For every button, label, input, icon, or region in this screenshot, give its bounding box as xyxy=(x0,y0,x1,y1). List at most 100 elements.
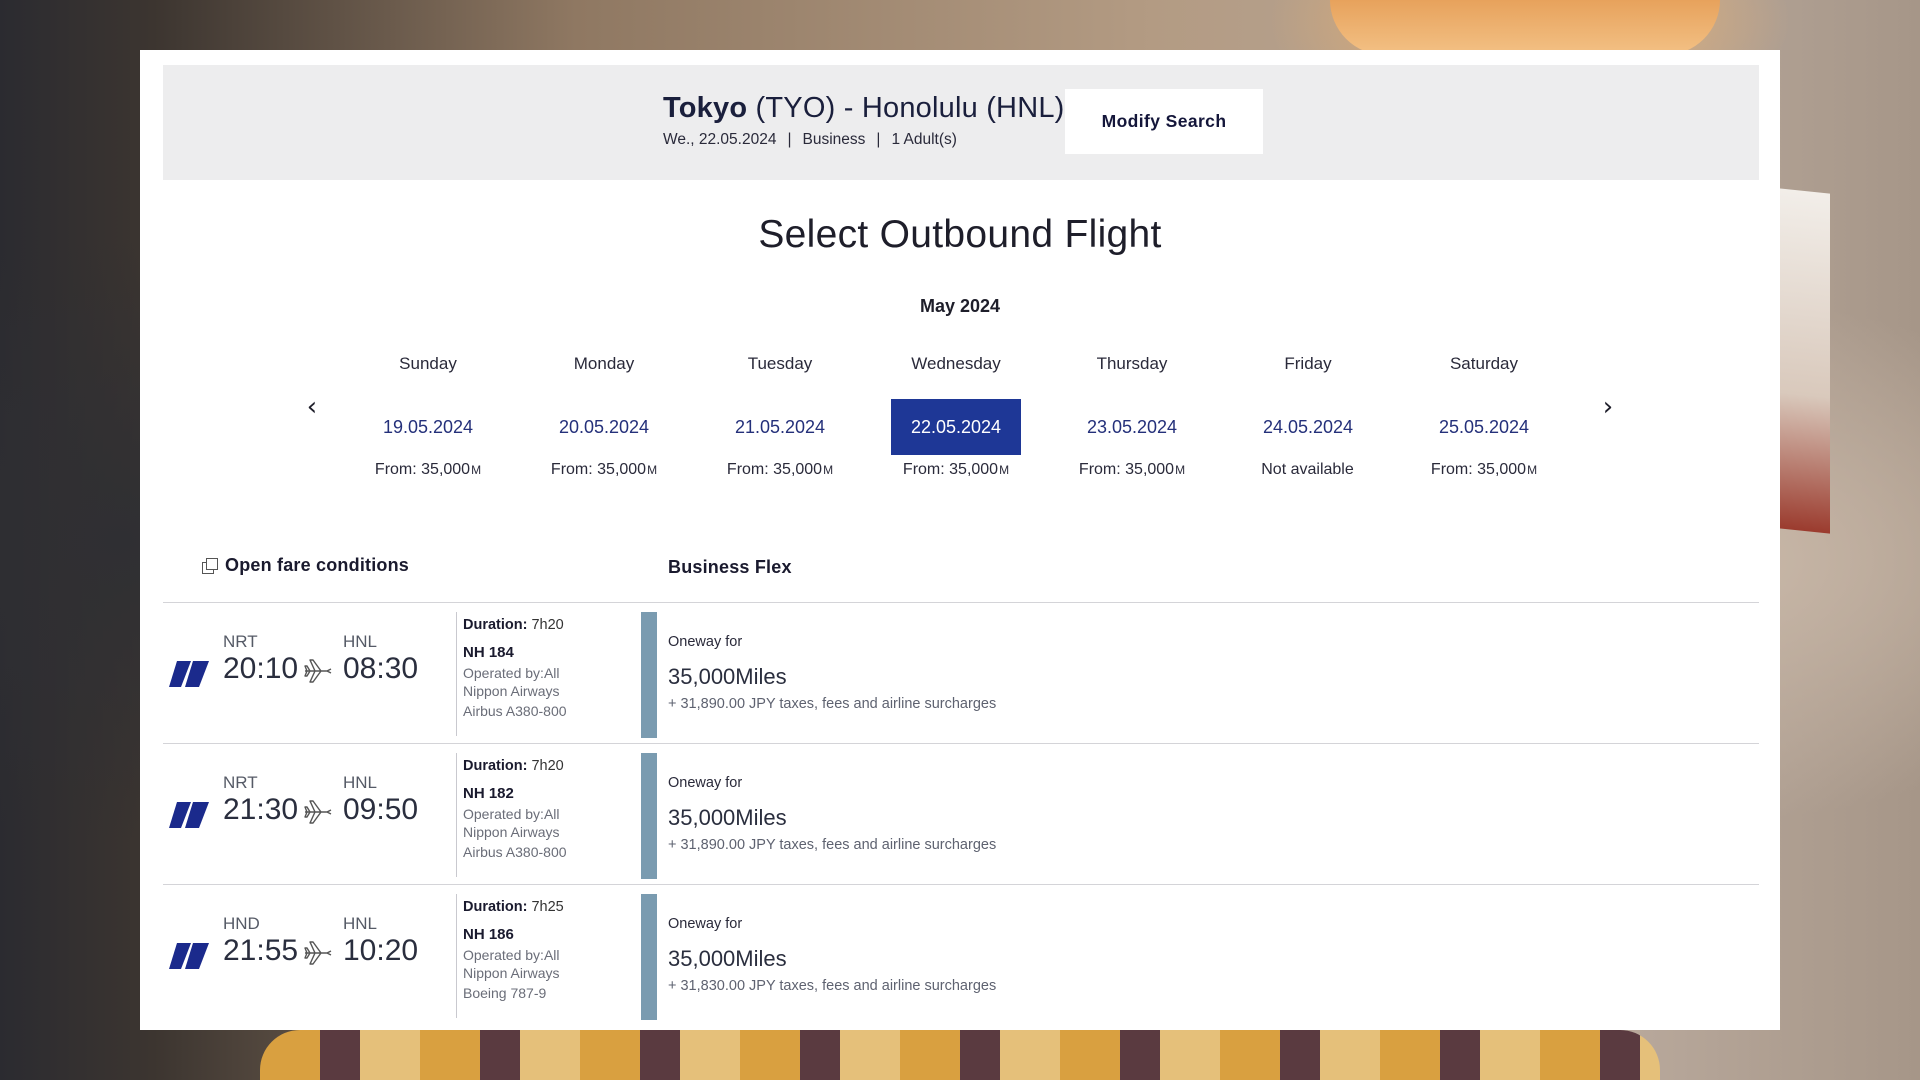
oneway-label: Oneway for xyxy=(668,775,743,791)
booking-page: Tokyo (TYO) - Honolulu (HNL) We., 22.05.… xyxy=(140,50,1780,1030)
day-price: From: 35,000M xyxy=(1409,461,1559,479)
meta-divider: | xyxy=(787,131,792,148)
day-date: 21.05.2024 xyxy=(734,417,826,437)
row-divider xyxy=(163,602,1759,603)
fare-select-bar[interactable] xyxy=(641,894,657,1020)
operated-by: Operated by:All Nippon Airways xyxy=(463,665,560,699)
cabin-class: Business xyxy=(802,131,866,148)
modify-search-button[interactable]: Modify Search xyxy=(1065,89,1263,154)
day-price-value: From: 35,000 xyxy=(1078,461,1175,478)
aircraft-type: Boeing 787-9 xyxy=(463,985,547,1001)
day-date: 19.05.2024 xyxy=(382,417,474,437)
miles-unit: M xyxy=(999,463,1010,477)
day-date: 23.05.2024 xyxy=(1086,417,1178,437)
airline-logo-icon xyxy=(169,802,209,828)
fare-taxes: + 31,890.00 JPY taxes, fees and airline … xyxy=(668,696,997,712)
blanket xyxy=(260,1030,1660,1080)
airline-logo-icon xyxy=(169,943,209,969)
day-price: Not available xyxy=(1233,461,1383,479)
destination-code: (HNL) xyxy=(986,92,1065,124)
route-summary: Tokyo (TYO) - Honolulu (HNL) We., 22.05.… xyxy=(663,92,1065,149)
meta-divider: | xyxy=(876,131,881,148)
row-divider xyxy=(163,743,1759,744)
duration-value: 7h25 xyxy=(531,899,564,915)
fare-option[interactable]: Oneway for 35,000Miles + 31,890.00 JPY tax… xyxy=(668,634,996,712)
oneway-label: Oneway for xyxy=(668,916,743,932)
day-option-thursday[interactable]: Thursday 23.05.2024 From: 35,000M xyxy=(1057,353,1207,479)
chevron-right-icon[interactable]: › xyxy=(1593,392,1623,422)
day-option-wednesday[interactable]: Wednesday 22.05.2024 From: 35,000M xyxy=(881,353,1031,479)
day-price-value: From: 35,000 xyxy=(1430,461,1527,478)
duration-value: 7h20 xyxy=(531,758,564,774)
aircraft-type: Airbus A380-800 xyxy=(463,844,567,860)
day-option-sunday[interactable]: Sunday 19.05.2024 From: 35,000M xyxy=(353,353,503,479)
duration-label: Duration: xyxy=(463,758,528,774)
flight-number: NH 186 xyxy=(463,926,514,943)
day-option-tuesday[interactable]: Tuesday 21.05.2024 From: 35,000M xyxy=(705,353,855,479)
fare-select-bar[interactable] xyxy=(641,612,657,738)
plane-icon xyxy=(304,659,332,683)
miles-unit: M xyxy=(1527,463,1538,477)
departure-time: 20:10 xyxy=(223,652,299,685)
day-price-value: From: 35,000 xyxy=(550,461,647,478)
flight-number: NH 182 xyxy=(463,785,514,802)
destination-city: Honolulu xyxy=(861,92,978,124)
fare-conditions-label: Open fare conditions xyxy=(225,555,410,575)
origin-city: Tokyo xyxy=(663,92,748,124)
operated-by: Operated by:All Nippon Airways xyxy=(463,806,560,840)
search-details: We., 22.05.2024 | Business | 1 Adult(s) xyxy=(663,131,1065,149)
day-price: From: 35,000M xyxy=(705,461,855,479)
route-title: Tokyo (TYO) - Honolulu (HNL) xyxy=(663,92,1065,125)
day-option-friday[interactable]: Friday 24.05.2024 Not available xyxy=(1233,353,1383,479)
operated-by: Operated by:All Nippon Airways xyxy=(463,947,560,981)
fare-taxes: + 31,830.00 JPY taxes, fees and airline … xyxy=(668,978,997,994)
fare-miles: 35,000Miles xyxy=(668,946,787,971)
fare-taxes: + 31,890.00 JPY taxes, fees and airline … xyxy=(668,837,997,853)
flight-row[interactable]: NRT 21:30 HNL 09:50 Duration: 7h20 NH 182 Oper… xyxy=(163,745,1759,885)
arrival-time: 10:20 xyxy=(343,934,419,967)
fare-option[interactable]: Oneway for 35,000Miles + 31,830.00 JPY tax… xyxy=(668,916,996,994)
origin-code: (TYO) xyxy=(755,92,836,124)
fare-class-heading: Business Flex xyxy=(668,557,792,577)
departure-airport: NRT xyxy=(223,773,258,792)
oneway-label: Oneway for xyxy=(668,634,743,650)
day-option-monday[interactable]: Monday 20.05.2024 From: 35,000M xyxy=(529,353,679,479)
plane-icon xyxy=(304,800,332,824)
page-title: Select Outbound Flight xyxy=(758,213,1162,256)
flight-duration: Duration: 7h25 xyxy=(463,898,606,916)
duration-label: Duration: xyxy=(463,899,528,915)
miles-unit: M xyxy=(647,463,658,477)
lamp-shade xyxy=(1330,0,1720,55)
fare-select-bar[interactable] xyxy=(641,753,657,879)
fare-miles: 35,000Miles xyxy=(668,805,787,830)
arrival-time: 08:30 xyxy=(343,652,419,685)
day-name: Tuesday xyxy=(747,354,813,373)
travel-date: We., 22.05.2024 xyxy=(663,131,777,148)
flight-details: Duration: 7h20 NH 182 Operated by:All Nipp… xyxy=(456,753,606,877)
flight-duration: Duration: 7h20 xyxy=(463,757,606,775)
day-price: From: 35,000M xyxy=(529,461,679,479)
day-name: Saturday xyxy=(1449,354,1519,373)
day-price-value: From: 35,000 xyxy=(374,461,471,478)
duration-value: 7h20 xyxy=(531,617,564,633)
chevron-left-icon[interactable]: ‹ xyxy=(297,392,327,422)
fare-option[interactable]: Oneway for 35,000Miles + 31,890.00 JPY tax… xyxy=(668,775,996,853)
day-date: 22.05.2024 xyxy=(891,399,1021,455)
miles-unit: M xyxy=(471,463,482,477)
day-price-value: From: 35,000 xyxy=(902,461,999,478)
day-name: Sunday xyxy=(399,354,457,373)
flight-row[interactable]: NRT 20:10 HNL 08:30 Duration: 7h20 NH 184 Oper… xyxy=(163,604,1759,744)
day-option-saturday[interactable]: Saturday 25.05.2024 From: 35,000M xyxy=(1409,353,1559,479)
flight-details: Duration: 7h20 NH 184 Operated by:All Nipp… xyxy=(456,612,606,736)
open-fare-conditions-link[interactable]: Open fare conditions xyxy=(202,555,409,576)
external-link-icon xyxy=(202,558,218,574)
arrival-airport: HNL xyxy=(343,773,378,792)
flight-row[interactable]: HND 21:55 HNL 10:20 Duration: 7h25 NH 186 Oper… xyxy=(163,886,1759,1026)
month-label: May 2024 xyxy=(919,296,1001,316)
departure-time: 21:55 xyxy=(223,934,299,967)
route-separator: - xyxy=(843,92,854,124)
arrival-time: 09:50 xyxy=(343,793,419,826)
airline-logo-icon xyxy=(169,661,209,687)
day-price-value: From: 35,000 xyxy=(726,461,823,478)
passenger-count: 1 Adult(s) xyxy=(891,131,957,148)
